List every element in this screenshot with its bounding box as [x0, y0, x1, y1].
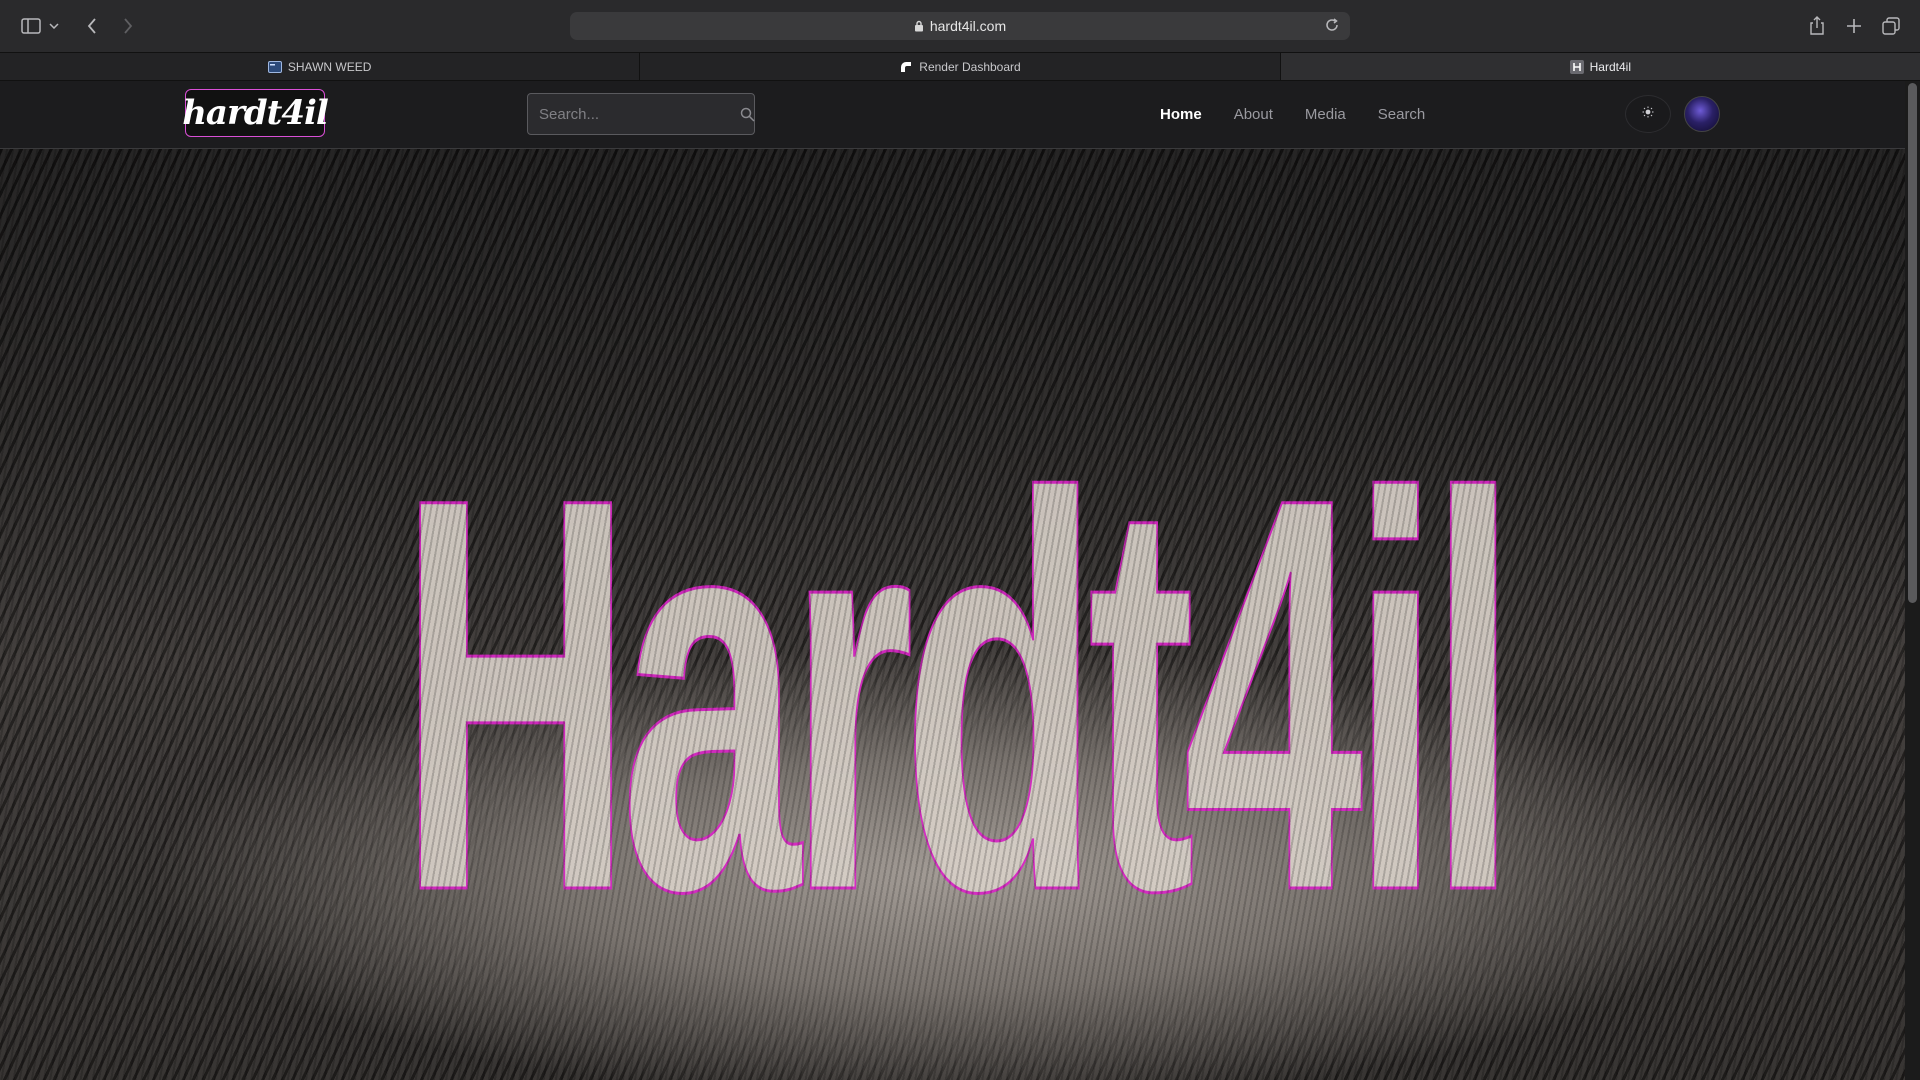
tab-label: SHAWN WEED [287, 59, 372, 74]
lock-icon [914, 20, 924, 32]
tab-strip: SHAWN WEED Render Dashboard Hardt4il [0, 52, 1920, 81]
window-icon [267, 60, 282, 74]
theme-toggle-button[interactable] [1625, 95, 1671, 133]
site-header: hardt4il Home About Media Search [0, 81, 1905, 149]
hero-title: Hardt4il [398, 381, 1520, 1007]
share-icon[interactable] [1803, 12, 1831, 40]
nav-about[interactable]: About [1234, 106, 1273, 123]
nav-home[interactable]: Home [1160, 106, 1202, 123]
tab-hardt4il[interactable]: Hardt4il [1280, 53, 1920, 80]
back-icon[interactable] [78, 12, 106, 40]
nav-media[interactable]: Media [1305, 106, 1346, 123]
tab-label: Render Dashboard [919, 59, 1021, 74]
browser-toolbar: hardt4il.com [0, 0, 1920, 52]
new-tab-icon[interactable] [1840, 12, 1868, 40]
search-input[interactable] [528, 104, 740, 124]
user-avatar[interactable] [1684, 96, 1720, 132]
page-viewport: hardt4il Home About Media Search Hardt4i… [0, 81, 1920, 1080]
nav-search[interactable]: Search [1378, 106, 1426, 123]
logo-text: hardt4il [182, 93, 329, 133]
site-logo[interactable]: hardt4il [182, 89, 329, 137]
h-favicon-icon [1569, 59, 1584, 74]
search-box [527, 93, 755, 135]
render-icon [899, 60, 913, 74]
tab-label: Hardt4il [1589, 59, 1631, 74]
forward-icon[interactable] [114, 12, 142, 40]
url-text: hardt4il.com [929, 18, 1007, 34]
main-nav: Home About Media Search [1160, 81, 1457, 147]
hero-banner: Hardt4il [0, 149, 1905, 1080]
address-bar[interactable]: hardt4il.com [570, 12, 1350, 40]
tab-render-dashboard[interactable]: Render Dashboard [640, 53, 1281, 80]
search-icon[interactable] [740, 107, 755, 122]
page-scrollbar[interactable] [1905, 81, 1920, 1080]
scrollbar-thumb[interactable] [1908, 83, 1917, 603]
reload-icon[interactable] [1324, 17, 1340, 33]
sidebar-toggle-icon[interactable] [17, 12, 45, 40]
tab-overview-icon[interactable] [1877, 12, 1905, 40]
tab-shawn-weed[interactable]: SHAWN WEED [0, 53, 641, 80]
sun-icon [1642, 105, 1654, 123]
sidebar-menu-chevron-icon[interactable] [46, 12, 62, 40]
